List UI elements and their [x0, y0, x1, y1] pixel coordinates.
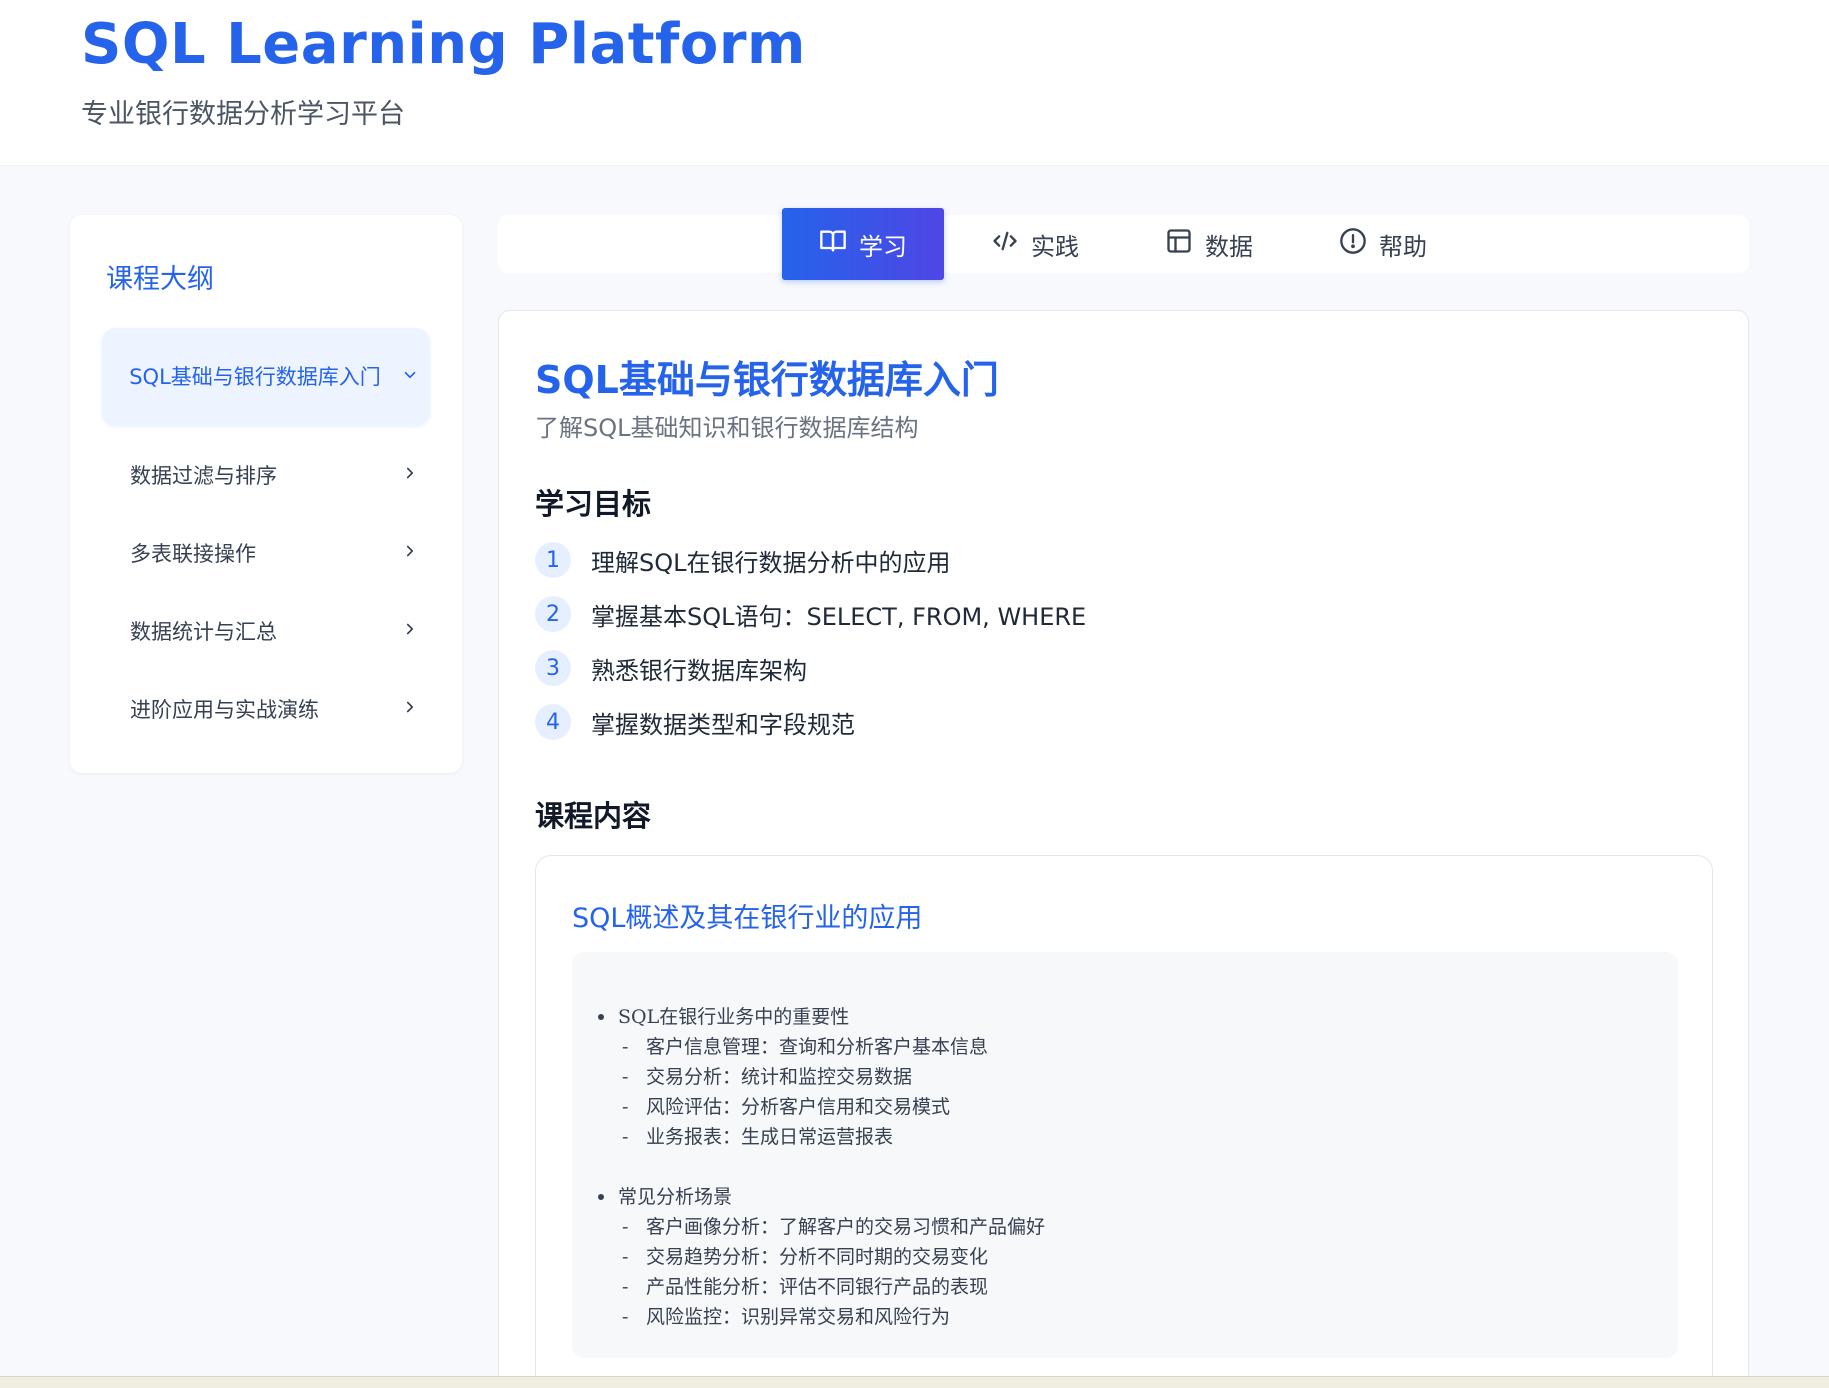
- app-subtitle: 专业银行数据分析学习平台: [81, 99, 405, 130]
- tab-help[interactable]: 帮助: [1302, 208, 1464, 280]
- tab-label: 数据: [1205, 232, 1253, 261]
- objective-item: 2 掌握基本SQL语句：SELECT, FROM, WHERE: [535, 596, 1086, 632]
- sidebar-item-label: 多表联接操作: [130, 542, 256, 566]
- objective-text: 熟悉银行数据库架构: [591, 656, 807, 685]
- tab-practice[interactable]: 实践: [954, 208, 1116, 280]
- bullet-item: - 交易趋势分析：分析不同时期的交易变化: [622, 1246, 989, 1268]
- bullet-item: - 客户信息管理：查询和分析客户基本信息: [622, 1036, 989, 1058]
- sidebar-item-filter-sort[interactable]: 数据过滤与排序: [102, 451, 430, 499]
- content-card-body: SQL在银行业务中的重要性 - 客户信息管理：查询和分析客户基本信息 - 交易分析：…: [572, 952, 1678, 1358]
- bullet-group: SQL在银行业务中的重要性 - 客户信息管理：查询和分析客户基本信息 - 交易分析：…: [598, 1002, 988, 1152]
- lesson-subtitle: 了解SQL基础知识和银行数据库结构: [535, 414, 919, 442]
- objective-item: 4 掌握数据类型和字段规范: [535, 704, 855, 740]
- lesson-title: SQL基础与银行数据库入门: [535, 358, 999, 402]
- bullet-dot: [598, 1014, 604, 1020]
- sidebar-item-sql-basics[interactable]: SQL基础与银行数据库入门: [102, 328, 430, 426]
- lesson-panel: SQL基础与银行数据库入门 了解SQL基础知识和银行数据库结构 学习目标 1 理…: [498, 310, 1749, 1388]
- chevron-right-icon: [390, 542, 430, 564]
- bullet-item: - 风险监控：识别异常交易和风险行为: [622, 1306, 951, 1328]
- chevron-right-icon: [390, 464, 430, 486]
- objective-text: 掌握数据类型和字段规范: [591, 710, 855, 739]
- tab-bar: 学习 实践 数据 帮助: [498, 208, 1749, 280]
- content-card: SQL概述及其在银行业的应用 SQL在银行业务中的重要性 - 客户信息管理：查询和…: [535, 855, 1713, 1387]
- course-outline-sidebar: 课程大纲 SQL基础与银行数据库入门 数据过滤与排序 多表联接操作 数据统计与汇…: [70, 215, 462, 773]
- chevron-down-icon: [390, 366, 430, 388]
- tab-data[interactable]: 数据: [1128, 208, 1290, 280]
- sidebar-item-label: SQL基础与银行数据库入门: [129, 365, 381, 389]
- content-card-title: SQL概述及其在银行业的应用: [572, 903, 923, 934]
- bullet-heading: 常见分析场景: [598, 1182, 1045, 1212]
- bullet-item: - 客户画像分析：了解客户的交易习惯和产品偏好: [622, 1216, 1046, 1238]
- bullet-item: - 风险评估：分析客户信用和交易模式: [622, 1096, 951, 1118]
- sidebar-item-aggregation[interactable]: 数据统计与汇总: [102, 607, 430, 655]
- table-icon: [1165, 227, 1193, 261]
- chevron-right-icon: [390, 698, 430, 720]
- app-header: SQL Learning Platform 专业银行数据分析学习平台: [0, 0, 1829, 166]
- book-icon: [819, 227, 847, 261]
- tab-label: 学习: [859, 232, 907, 261]
- tab-label: 实践: [1031, 232, 1079, 261]
- chevron-right-icon: [390, 620, 430, 642]
- code-icon: [991, 227, 1019, 261]
- bullet-item: - 交易分析：统计和监控交易数据: [622, 1066, 913, 1088]
- tab-label: 帮助: [1379, 232, 1427, 261]
- sidebar-item-advanced[interactable]: 进阶应用与实战演练: [102, 685, 430, 733]
- sidebar-item-label: 数据过滤与排序: [130, 464, 277, 488]
- objective-text: 理解SQL在银行数据分析中的应用: [591, 548, 951, 577]
- bottom-strip: [0, 1376, 1829, 1388]
- objective-number: 3: [535, 650, 571, 686]
- bullet-item: - 业务报表：生成日常运营报表: [622, 1126, 894, 1148]
- sidebar-item-label: 数据统计与汇总: [130, 620, 277, 644]
- sidebar-title: 课程大纲: [106, 264, 214, 295]
- sidebar-item-joins[interactable]: 多表联接操作: [102, 529, 430, 577]
- objective-number: 4: [535, 704, 571, 740]
- bullet-item: - 产品性能分析：评估不同银行产品的表现: [622, 1276, 989, 1298]
- bullet-dot: [598, 1194, 604, 1200]
- bullet-group: 常见分析场景 - 客户画像分析：了解客户的交易习惯和产品偏好 - 交易趋势分析：分析…: [598, 1182, 1045, 1332]
- objective-number: 2: [535, 596, 571, 632]
- tab-learn[interactable]: 学习: [782, 208, 944, 280]
- objective-item: 1 理解SQL在银行数据分析中的应用: [535, 542, 951, 578]
- objective-item: 3 熟悉银行数据库架构: [535, 650, 807, 686]
- objectives-heading: 学习目标: [535, 487, 652, 521]
- app-title: SQL Learning Platform: [81, 12, 806, 77]
- alert-circle-icon: [1339, 227, 1367, 261]
- objective-number: 1: [535, 542, 571, 578]
- bullet-heading: SQL在银行业务中的重要性: [598, 1002, 988, 1032]
- objective-text: 掌握基本SQL语句：SELECT, FROM, WHERE: [591, 602, 1087, 631]
- content-heading: 课程内容: [535, 799, 652, 833]
- sidebar-item-label: 进阶应用与实战演练: [130, 698, 319, 722]
